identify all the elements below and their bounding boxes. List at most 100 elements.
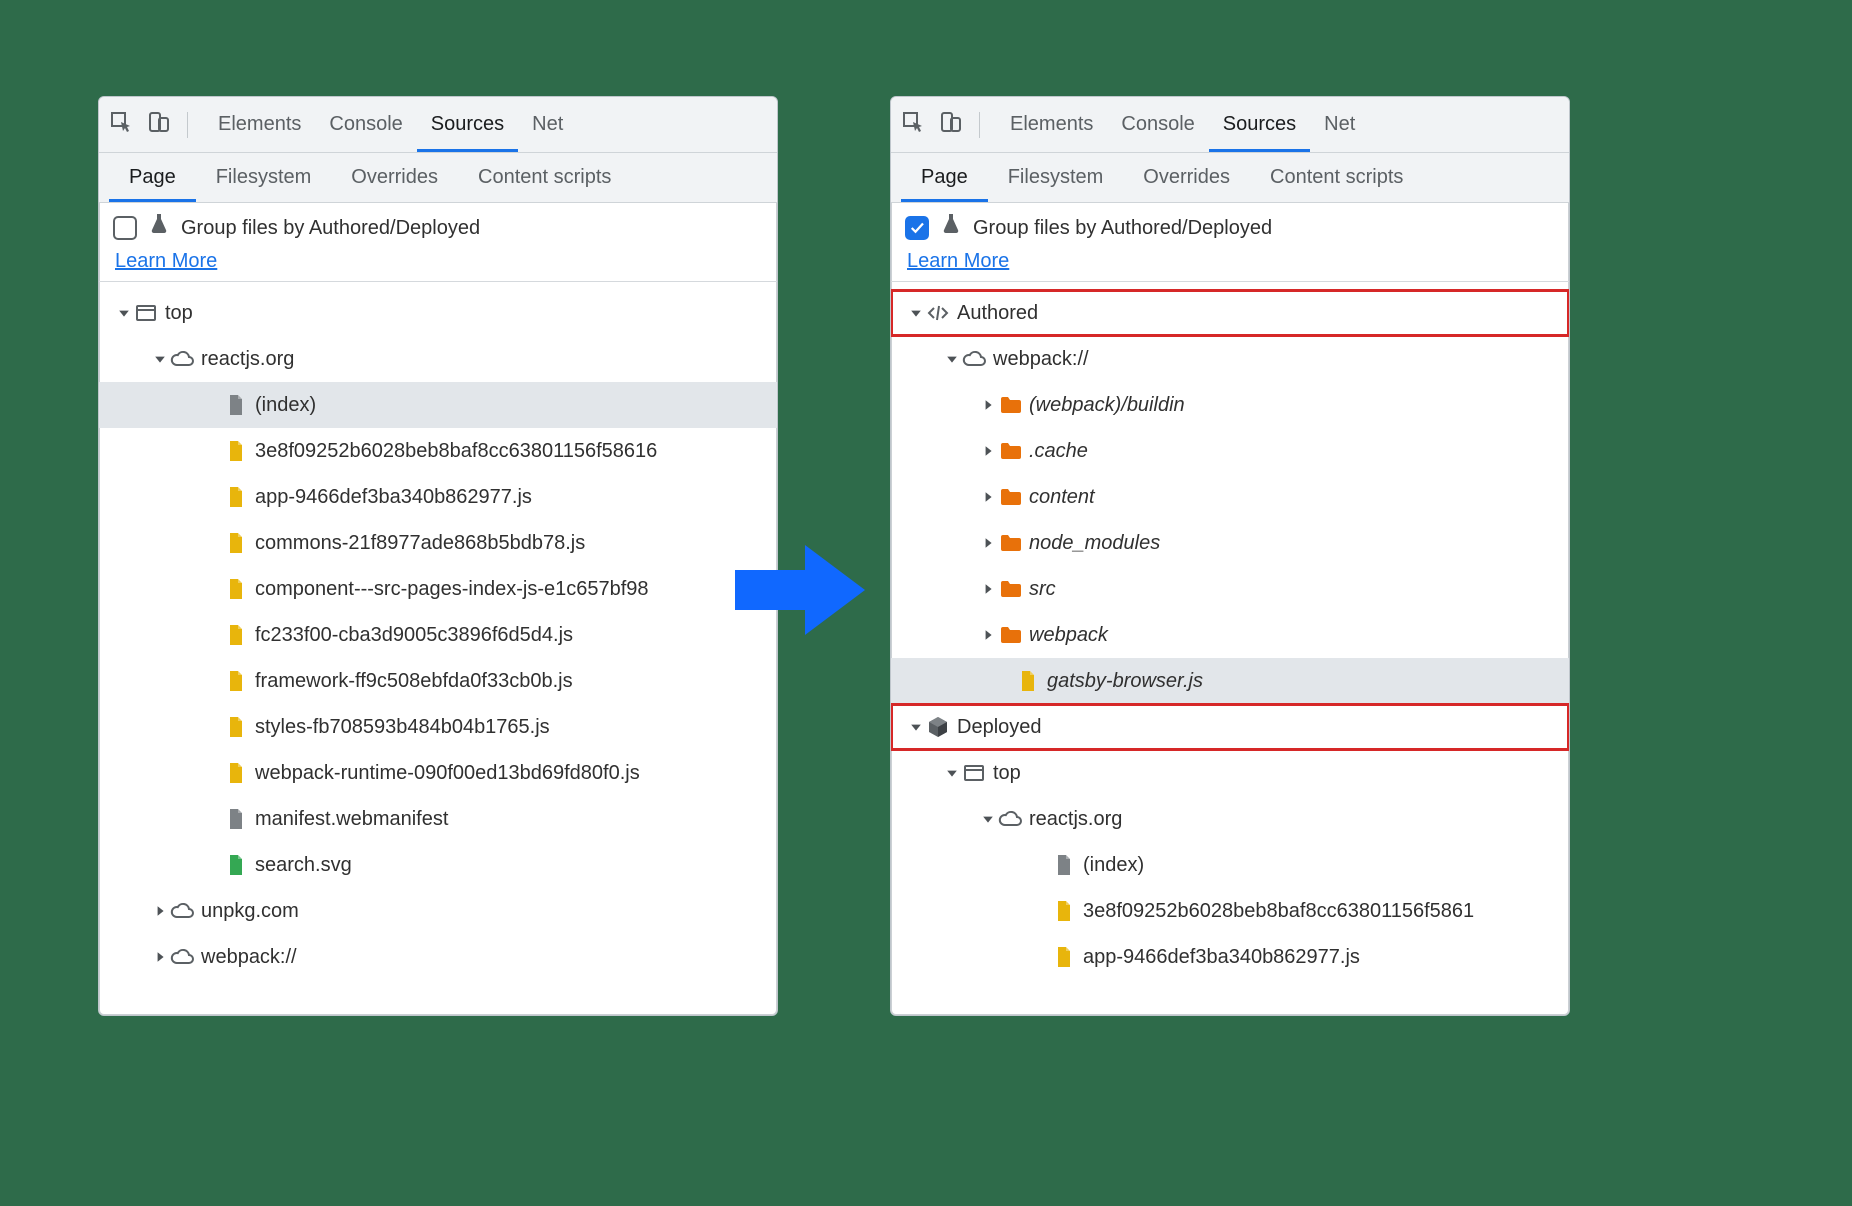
disclosure-triangle-icon[interactable] (943, 353, 961, 365)
subtab-content-scripts[interactable]: Content scripts (1250, 153, 1423, 202)
tree-node[interactable]: top (891, 750, 1569, 796)
disclosure-triangle-icon[interactable] (979, 491, 997, 503)
main-tabs: Elements Console Sources Net (99, 97, 777, 153)
file-row[interactable]: search.svg (99, 842, 777, 888)
disclosure-triangle-icon[interactable] (979, 537, 997, 549)
subtab-page[interactable]: Page (109, 153, 196, 202)
tree-node[interactable]: Authored (891, 290, 1569, 336)
file-row[interactable]: 3e8f09252b6028beb8baf8cc63801156f58616 (99, 428, 777, 474)
tree-node[interactable]: .cache (891, 428, 1569, 474)
file-row[interactable]: webpack-runtime-090f00ed13bd69fd80f0.js (99, 750, 777, 796)
file-row[interactable]: component---src-pages-index-js-e1c657bf9… (99, 566, 777, 612)
tree-node[interactable]: webpack:// (99, 934, 777, 980)
tree-node-label: webpack (1023, 624, 1108, 647)
learn-more-link[interactable]: Learn More (115, 245, 763, 277)
file-yellow-icon (1051, 945, 1077, 969)
group-by-checkbox[interactable] (905, 216, 929, 240)
file-row[interactable]: commons-21f8977ade868b5bdb78.js (99, 520, 777, 566)
tree-node[interactable]: reactjs.org (99, 336, 777, 382)
tree-node[interactable]: node_modules (891, 520, 1569, 566)
disclosure-triangle-icon[interactable] (151, 905, 169, 917)
file-row[interactable]: app-9466def3ba340b862977.js (99, 474, 777, 520)
tree-node-label: (index) (1077, 854, 1144, 877)
file-row[interactable]: (index) (891, 842, 1569, 888)
learn-more-link[interactable]: Learn More (907, 245, 1555, 277)
tree-node[interactable]: unpkg.com (99, 888, 777, 934)
cloud-icon (961, 347, 987, 371)
tree-node-label: commons-21f8977ade868b5bdb78.js (249, 532, 585, 555)
file-gray-icon (223, 393, 249, 417)
file-row[interactable]: 3e8f09252b6028beb8baf8cc63801156f5861 (891, 888, 1569, 934)
disclosure-triangle-icon[interactable] (907, 721, 925, 733)
tree-node[interactable]: Deployed (891, 704, 1569, 750)
tree-node[interactable]: (webpack)/buildin (891, 382, 1569, 428)
tree-node-label: top (159, 302, 193, 325)
tab-elements[interactable]: Elements (204, 97, 315, 152)
tree-node[interactable]: webpack:// (891, 336, 1569, 382)
file-row[interactable]: app-9466def3ba340b862977.js (891, 934, 1569, 980)
inspect-icon[interactable] (109, 110, 133, 140)
file-row[interactable]: styles-fb708593b484b04b1765.js (99, 704, 777, 750)
tree-node[interactable]: top (99, 290, 777, 336)
tree-node[interactable]: content (891, 474, 1569, 520)
tree-node-label: 3e8f09252b6028beb8baf8cc63801156f58616 (249, 440, 657, 463)
disclosure-triangle-icon[interactable] (943, 767, 961, 779)
subtab-page[interactable]: Page (901, 153, 988, 202)
device-toggle-icon[interactable] (147, 110, 171, 140)
tree-node-label: reactjs.org (195, 348, 294, 371)
file-row[interactable]: fc233f00-cba3d9005c3896f6d5d4.js (99, 612, 777, 658)
file-tree: Authored webpack:// (webpack)/buildin.cach… (891, 282, 1569, 980)
code-icon (925, 301, 951, 325)
disclosure-triangle-icon[interactable] (979, 629, 997, 641)
tab-network[interactable]: Net (518, 97, 577, 152)
subtab-overrides[interactable]: Overrides (331, 153, 458, 202)
subtab-content-scripts[interactable]: Content scripts (458, 153, 631, 202)
disclosure-triangle-icon[interactable] (151, 951, 169, 963)
file-yellow-icon (223, 531, 249, 555)
tree-node[interactable]: webpack (891, 612, 1569, 658)
file-row[interactable]: (index) (99, 382, 777, 428)
file-yellow-icon (223, 439, 249, 463)
disclosure-triangle-icon[interactable] (979, 399, 997, 411)
transition-arrow-icon (735, 540, 865, 646)
folder-icon (997, 485, 1023, 509)
disclosure-triangle-icon[interactable] (979, 583, 997, 595)
inspect-icon[interactable] (901, 110, 925, 140)
cloud-icon (169, 945, 195, 969)
cloud-icon (997, 807, 1023, 831)
folder-icon (997, 623, 1023, 647)
tab-console[interactable]: Console (315, 97, 416, 152)
tree-node-label: webpack:// (195, 946, 297, 969)
disclosure-triangle-icon[interactable] (979, 445, 997, 457)
tab-network[interactable]: Net (1310, 97, 1369, 152)
tree-node[interactable]: src (891, 566, 1569, 612)
file-green-icon (223, 853, 249, 877)
disclosure-triangle-icon[interactable] (979, 813, 997, 825)
tab-sources[interactable]: Sources (417, 97, 518, 152)
cloud-icon (169, 347, 195, 371)
cloud-icon (169, 899, 195, 923)
subtab-filesystem[interactable]: Filesystem (988, 153, 1124, 202)
cube-icon (925, 715, 951, 739)
file-row[interactable]: gatsby-browser.js (891, 658, 1569, 704)
main-tabs: Elements Console Sources Net (891, 97, 1569, 153)
tree-node[interactable]: reactjs.org (891, 796, 1569, 842)
tree-node-label: search.svg (249, 854, 352, 877)
tab-console[interactable]: Console (1107, 97, 1208, 152)
disclosure-triangle-icon[interactable] (151, 353, 169, 365)
disclosure-triangle-icon[interactable] (907, 307, 925, 319)
file-row[interactable]: framework-ff9c508ebfda0f33cb0b.js (99, 658, 777, 704)
file-yellow-icon (223, 761, 249, 785)
tab-sources[interactable]: Sources (1209, 97, 1310, 152)
disclosure-triangle-icon[interactable] (115, 307, 133, 319)
tab-elements[interactable]: Elements (996, 97, 1107, 152)
file-yellow-icon (1051, 899, 1077, 923)
tree-node-label: top (987, 762, 1021, 785)
group-by-checkbox[interactable] (113, 216, 137, 240)
file-row[interactable]: manifest.webmanifest (99, 796, 777, 842)
subtab-filesystem[interactable]: Filesystem (196, 153, 332, 202)
device-toggle-icon[interactable] (939, 110, 963, 140)
subtab-overrides[interactable]: Overrides (1123, 153, 1250, 202)
experiment-icon (939, 211, 963, 245)
tree-node-label: webpack:// (987, 348, 1089, 371)
